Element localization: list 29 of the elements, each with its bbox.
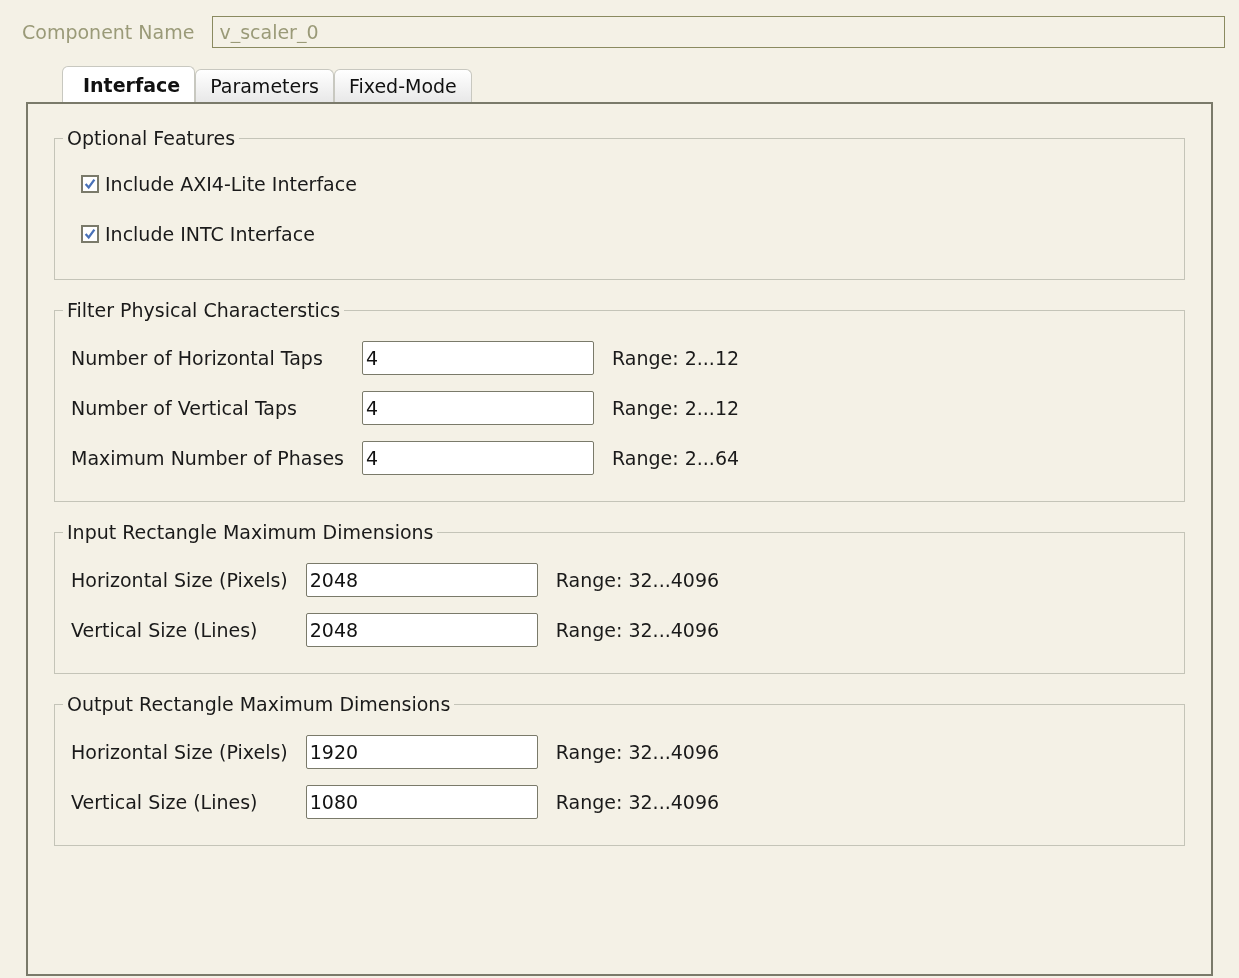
range-hint: Range: 32...4096 [555, 791, 720, 813]
field-label: Maximum Number of Phases [71, 447, 344, 469]
range-hint: Range: 32...4096 [555, 569, 720, 591]
range-hint: Range: 2...64 [612, 447, 740, 469]
field-label: Vertical Size (Lines) [71, 619, 259, 641]
field-label: Horizontal Size (Pixels) [71, 569, 288, 591]
tab[interactable]: Fixed-Mode [333, 69, 472, 102]
input-field[interactable]: 1080 [305, 785, 538, 819]
field-label: Vertical Size (Lines) [71, 791, 259, 813]
checkbox-label: Include INTC Interface [105, 223, 315, 245]
range-hint: Range: 32...4096 [555, 619, 720, 641]
input-field[interactable]: 2048 [305, 563, 538, 597]
tab[interactable]: Parameters [195, 69, 334, 102]
input-field[interactable]: 4 [362, 341, 594, 375]
checkbox-label: Include AXI4-Lite Interface [105, 173, 357, 195]
field-label: Number of Vertical Taps [71, 397, 298, 419]
range-hint: Range: 2...12 [612, 397, 740, 419]
range-hint: Range: 2...12 [612, 347, 740, 369]
input-field[interactable]: 1920 [305, 735, 538, 769]
checkbox[interactable] [81, 225, 99, 243]
field-label: Horizontal Size (Pixels) [71, 741, 288, 763]
range-hint: Range: 32...4096 [555, 741, 720, 763]
input-field[interactable]: 4 [362, 391, 594, 425]
input-field[interactable]: 2048 [305, 613, 538, 647]
tab[interactable]: Interface [62, 66, 196, 102]
field-label: Number of Horizontal Taps [71, 347, 324, 369]
input-field[interactable]: 4 [362, 441, 594, 475]
component-name-label: Component Name [22, 21, 195, 43]
checkbox[interactable] [81, 175, 99, 193]
